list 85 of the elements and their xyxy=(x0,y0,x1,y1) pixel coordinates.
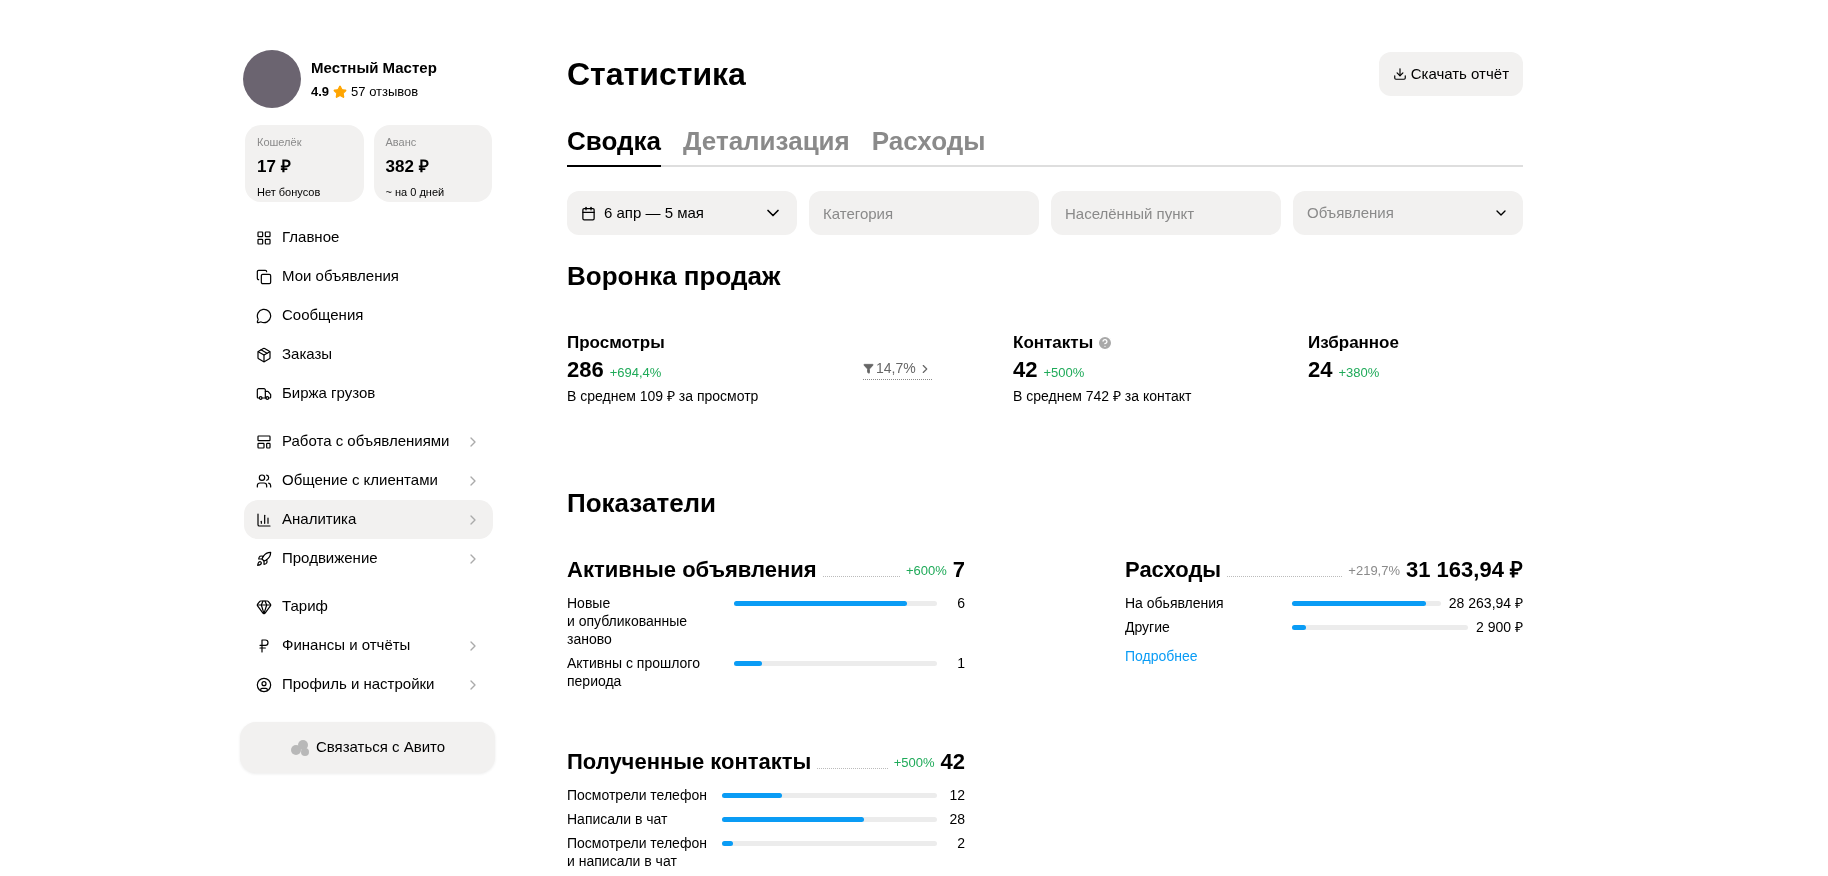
section-title: Полученные контакты xyxy=(567,748,812,776)
funnel-value: 42 xyxy=(1013,356,1038,384)
total-value: 42 xyxy=(940,748,965,776)
row-value: 12 xyxy=(948,786,965,804)
nav-item[interactable]: Аналитика xyxy=(244,500,493,539)
wallet-card[interactable]: Аванс 382 ₽ ~ на 0 дней xyxy=(373,125,492,202)
row-label: Активны с прошлого периода xyxy=(567,654,701,690)
nav-item[interactable]: Работа с объявлениями xyxy=(244,422,493,461)
section-heading: Воронка продаж xyxy=(567,260,782,292)
nav-item[interactable]: Главное xyxy=(244,218,493,257)
filter-field[interactable]: Категория xyxy=(809,191,1039,235)
nav-item[interactable]: Тариф xyxy=(244,587,493,626)
wallet-amount: 382 ₽ xyxy=(385,155,430,178)
change-value: +600% xyxy=(905,561,947,580)
wallet-label: Кошелёк xyxy=(257,135,303,150)
row-label: Новые и опубликованные заново xyxy=(567,594,689,648)
reviews-count: 57 отзывов xyxy=(351,83,419,101)
funnel-note: В среднем 742 ₽ за контакт xyxy=(1013,387,1192,406)
row-label: Написали в чат xyxy=(567,810,669,828)
rocket-icon xyxy=(256,550,272,567)
truck-icon xyxy=(256,385,272,402)
nav-item[interactable]: Финансы и отчёты xyxy=(244,626,493,665)
download-button[interactable]: Скачать отчёт xyxy=(1378,52,1523,96)
copy-icon xyxy=(256,268,272,285)
nav-item[interactable]: Продвижение xyxy=(244,539,493,578)
bar-chart-icon xyxy=(256,511,272,528)
row-label: Посмотрели телефон и написали в чат xyxy=(567,834,708,870)
row-value: 6 xyxy=(956,594,965,612)
section-title: Активные объявления xyxy=(567,556,817,584)
star-icon xyxy=(333,84,348,99)
change-value: +500% xyxy=(893,753,935,772)
gem-icon xyxy=(256,598,272,615)
wallet-note: Нет бонусов xyxy=(257,185,322,200)
funnel-label: Избранное xyxy=(1308,332,1399,354)
user-circle-icon xyxy=(256,676,272,693)
filter-field[interactable]: Населённый пункт xyxy=(1051,191,1281,235)
conversion-link[interactable]: 14,7% xyxy=(863,358,932,380)
people-icon xyxy=(256,472,272,489)
row-label: Другие xyxy=(1125,618,1171,636)
tab[interactable]: Сводка xyxy=(567,118,661,167)
nav-item[interactable]: Общение с клиентами xyxy=(244,461,493,500)
funnel-note: В среднем 109 ₽ за просмотр xyxy=(567,387,760,406)
change-value: +380% xyxy=(1338,364,1380,382)
nav-item[interactable]: Сообщения xyxy=(244,296,493,335)
row-label: На обьявления xyxy=(1125,594,1225,612)
row-value: 28 xyxy=(948,810,965,828)
section-title: Расходы xyxy=(1125,556,1222,584)
ruble-icon xyxy=(256,637,272,654)
nav-item[interactable]: Заказы xyxy=(244,335,493,374)
total-value: 7 xyxy=(952,556,965,584)
row-value: 1 xyxy=(956,654,965,672)
page-title: Статистика xyxy=(567,55,746,94)
download-icon xyxy=(1392,67,1407,81)
section-heading: Показатели xyxy=(567,487,718,519)
profile-name: Местный Мастер xyxy=(311,57,437,78)
change-value: +694,4% xyxy=(609,364,662,382)
row-value: 2 900 ₽ xyxy=(1475,618,1523,636)
contact-button[interactable]: Связаться с Авито xyxy=(240,722,495,773)
rating-value: 4.9 xyxy=(311,83,330,101)
chat-bubble-icon xyxy=(256,307,272,324)
funnel-value: 24 xyxy=(1308,356,1333,384)
wallet-note: ~ на 0 дней xyxy=(385,185,446,200)
bubbles-icon xyxy=(289,738,310,757)
wallet-label: Аванс xyxy=(385,135,418,150)
change-value: +219,7% xyxy=(1348,561,1400,580)
change-value: +500% xyxy=(1043,364,1085,382)
funnel-value: 286 xyxy=(567,356,604,384)
date-range-select[interactable]: 6 апр — 5 мая xyxy=(567,191,797,235)
box-icon xyxy=(256,346,272,363)
wallet-card[interactable]: Кошелёк 17 ₽ Нет бонусов xyxy=(245,125,364,202)
nav-item[interactable]: Биржа грузов xyxy=(244,374,493,413)
wallet-amount: 17 ₽ xyxy=(257,155,292,178)
funnel-label: Просмотры xyxy=(567,332,665,354)
layout-icon xyxy=(256,433,272,450)
nav-item[interactable]: Мои объявления xyxy=(244,257,493,296)
avatar[interactable] xyxy=(243,50,301,108)
funnel-icon xyxy=(863,363,874,374)
nav-item[interactable]: Профиль и настройки xyxy=(244,665,493,704)
calendar-icon xyxy=(581,205,596,221)
funnel-label: Контакты xyxy=(1013,332,1094,354)
total-value: 31 163,94 ₽ xyxy=(1406,556,1523,584)
grid-icon xyxy=(256,229,272,246)
row-label: Посмотрели телефон xyxy=(567,786,708,804)
row-value: 2 xyxy=(956,834,965,852)
row-value: 28 263,94 ₽ xyxy=(1447,594,1523,612)
